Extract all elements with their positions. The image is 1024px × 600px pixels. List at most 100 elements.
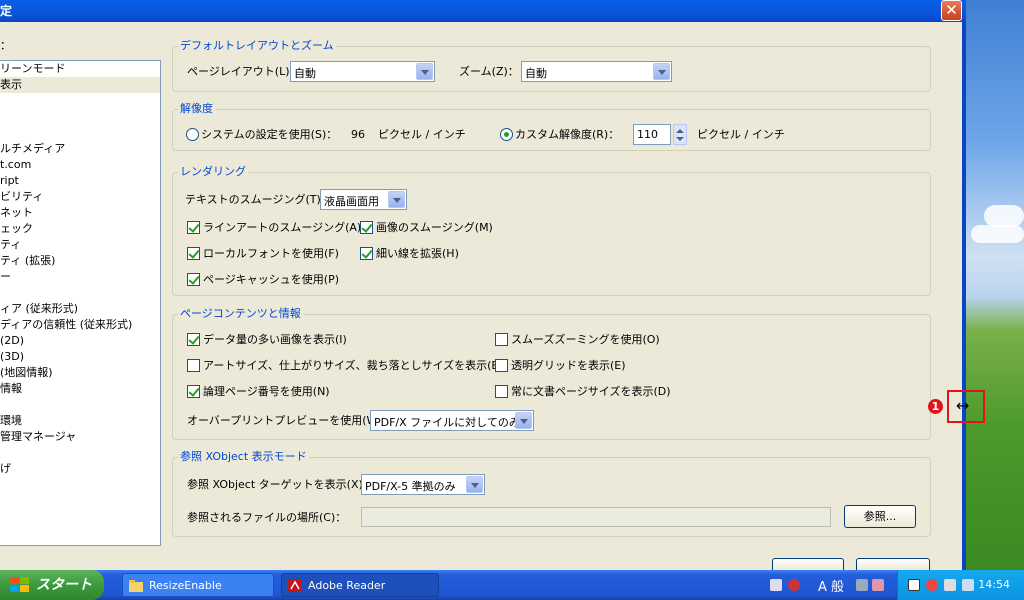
category-item[interactable]: [0, 445, 160, 461]
category-item[interactable]: (地図情報): [0, 365, 160, 381]
large-images-label[interactable]: データ量の多い画像を表示(I): [203, 333, 347, 347]
text-smoothing-select[interactable]: 液晶画面用: [320, 189, 407, 210]
custom-resolution-label[interactable]: カスタム解像度(R)：: [515, 128, 619, 142]
custom-resolution-value: 110: [637, 128, 658, 141]
page-layout-select[interactable]: 自動: [290, 61, 435, 82]
tray-security-icon[interactable]: [926, 579, 938, 591]
system-resolution-radio[interactable]: [186, 128, 199, 141]
overprint-value: PDF/X ファイルに対してのみ: [374, 416, 520, 429]
image-smoothing-checkbox[interactable]: [360, 221, 373, 234]
art-size-checkbox[interactable]: [187, 359, 200, 372]
page-content-group: ページコンテンツと情報 データ量の多い画像を表示(I) スムーズズーミングを使用…: [172, 307, 931, 440]
category-item[interactable]: ネット: [0, 205, 160, 221]
start-button[interactable]: スタート: [0, 570, 104, 600]
text-smoothing-label: テキストのスムージング(T)：: [185, 193, 332, 206]
resolution-spinner[interactable]: [673, 124, 687, 145]
system-resolution-label[interactable]: システムの設定を使用(S)：: [201, 128, 337, 142]
category-item[interactable]: [0, 109, 160, 125]
local-font-label[interactable]: ローカルフォントを使用(F): [203, 247, 339, 261]
doc-page-size-label[interactable]: 常に文書ページサイズを表示(D): [511, 385, 671, 399]
category-item[interactable]: 管理マネージャ: [0, 429, 160, 445]
tray-network-icon[interactable]: [944, 579, 956, 591]
thin-lines-label[interactable]: 細い線を拡張(H): [376, 247, 459, 261]
page-layout-label: ページレイアウト(L)：: [187, 65, 301, 78]
smooth-zoom-label[interactable]: スムーズズーミングを使用(O): [511, 333, 660, 347]
resize-arrow-icon[interactable]: ↔: [956, 398, 969, 414]
task-label: ResizeEnable: [149, 579, 222, 592]
title-bar[interactable]: 定 ✕: [0, 0, 966, 22]
ime-tool-icon[interactable]: [872, 579, 884, 591]
category-item[interactable]: [0, 285, 160, 301]
category-item[interactable]: げ: [0, 461, 160, 477]
lineart-smoothing-label[interactable]: ラインアートのスムージング(A): [203, 221, 361, 235]
doc-page-size-checkbox[interactable]: [495, 385, 508, 398]
category-item[interactable]: [0, 125, 160, 141]
large-images-checkbox[interactable]: [187, 333, 200, 346]
category-item[interactable]: ティ: [0, 237, 160, 253]
window-right-border[interactable]: [962, 22, 966, 570]
ime-pad-icon[interactable]: [856, 579, 868, 591]
category-item[interactable]: ェック: [0, 221, 160, 237]
close-button[interactable]: ✕: [941, 0, 962, 21]
category-item[interactable]: t.com: [0, 157, 160, 173]
category-item[interactable]: ィア (従来形式): [0, 301, 160, 317]
page-cache-label[interactable]: ページキャッシュを使用(P): [203, 273, 339, 287]
category-item[interactable]: 情報: [0, 381, 160, 397]
category-item[interactable]: リーンモード: [0, 61, 160, 77]
category-item[interactable]: [0, 93, 160, 109]
category-item[interactable]: (3D): [0, 349, 160, 365]
category-item[interactable]: 表示: [0, 77, 160, 93]
thin-lines-checkbox[interactable]: [360, 247, 373, 260]
image-smoothing-label[interactable]: 画像のスムージング(M): [376, 221, 493, 235]
page-cache-checkbox[interactable]: [187, 273, 200, 286]
ok-button[interactable]: [772, 558, 844, 570]
system-tray: 14:54: [897, 570, 1024, 600]
task-button-adobe-reader[interactable]: Adobe Reader: [281, 573, 439, 597]
custom-resolution-input[interactable]: 110: [633, 124, 671, 145]
xobject-target-select[interactable]: PDF/X-5 準拠のみ: [361, 474, 485, 495]
zoom-select[interactable]: 自動: [521, 61, 672, 82]
smooth-zoom-checkbox[interactable]: [495, 333, 508, 346]
category-item[interactable]: ルチメディア: [0, 141, 160, 157]
overprint-select[interactable]: PDF/X ファイルに対してのみ: [370, 410, 534, 431]
rendering-group: レンダリング テキストのスムージング(T)： 液晶画面用 ラインアートのスムージ…: [172, 165, 931, 296]
category-item[interactable]: 環境: [0, 413, 160, 429]
category-item[interactable]: ティ (拡張): [0, 253, 160, 269]
browse-button[interactable]: 参照...: [844, 505, 916, 528]
category-item[interactable]: ビリティ: [0, 189, 160, 205]
task-button-resizeenable[interactable]: ResizeEnable: [122, 573, 274, 597]
category-item[interactable]: [0, 397, 160, 413]
category-list[interactable]: リーンモード 表示ルチメディア t.com ript ビリティ ネット ェック ティ ティ (拡…: [0, 60, 161, 546]
art-size-label[interactable]: アートサイズ、仕上がりサイズ、裁ち落としサイズを表示(B): [203, 359, 503, 373]
ime-mode-label[interactable]: A 般: [818, 576, 844, 595]
overprint-label: オーバープリントプレビューを使用(W)：: [187, 414, 393, 427]
chevron-down-icon[interactable]: [653, 63, 670, 80]
ime-icon[interactable]: [788, 579, 800, 591]
logical-page-checkbox[interactable]: [187, 385, 200, 398]
transparency-grid-label[interactable]: 透明グリッドを表示(E): [511, 359, 626, 373]
transparency-grid-checkbox[interactable]: [495, 359, 508, 372]
category-item[interactable]: ript: [0, 173, 160, 189]
logical-page-label[interactable]: 論理ページ番号を使用(N): [203, 385, 330, 399]
tray-usb-icon[interactable]: [962, 579, 974, 591]
chevron-down-icon[interactable]: [466, 476, 483, 493]
tray-window-icon[interactable]: [908, 579, 920, 591]
local-font-checkbox[interactable]: [187, 247, 200, 260]
chevron-down-icon[interactable]: [416, 63, 433, 80]
chevron-down-icon[interactable]: [388, 191, 405, 208]
spin-down-icon[interactable]: [676, 137, 684, 141]
spin-up-icon[interactable]: [676, 129, 684, 133]
chevron-down-icon[interactable]: [515, 412, 532, 429]
close-icon: ✕: [945, 1, 958, 19]
custom-resolution-unit: ピクセル / インチ: [697, 128, 785, 141]
category-item[interactable]: (2D): [0, 333, 160, 349]
category-item[interactable]: ー: [0, 269, 160, 285]
clock[interactable]: 14:54: [978, 578, 1010, 591]
windows-logo-icon: [10, 577, 29, 592]
file-location-input[interactable]: [361, 507, 831, 527]
cancel-button[interactable]: [856, 558, 930, 570]
category-item[interactable]: ディアの信頼性 (従来形式): [0, 317, 160, 333]
custom-resolution-radio[interactable]: [500, 128, 513, 141]
lineart-smoothing-checkbox[interactable]: [187, 221, 200, 234]
keyboard-icon[interactable]: [770, 579, 782, 591]
